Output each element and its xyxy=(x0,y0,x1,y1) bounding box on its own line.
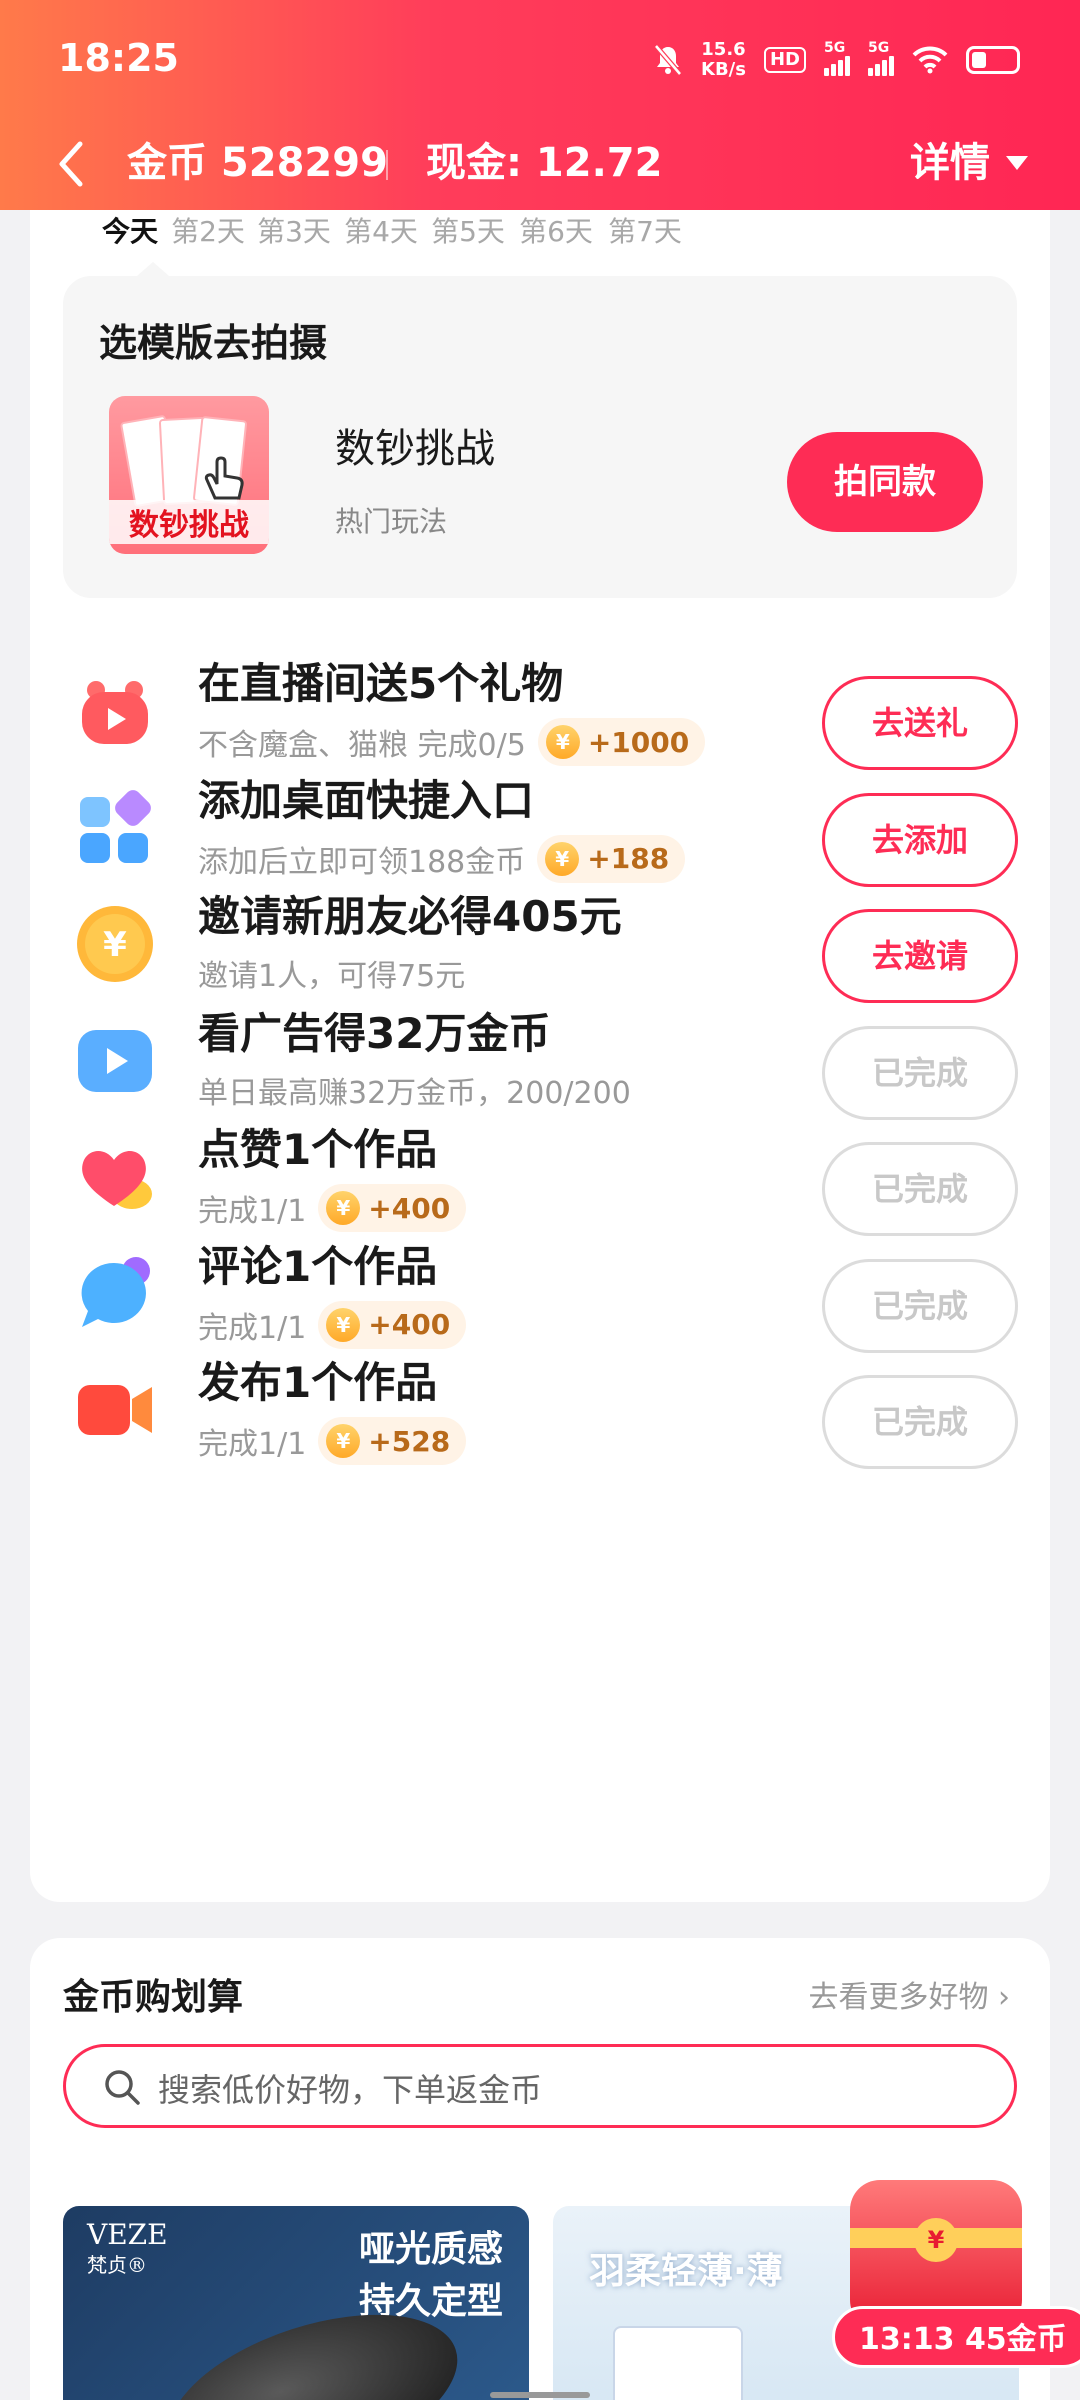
task-title: 发布1个作品 xyxy=(198,1358,438,1407)
see-more-link[interactable]: 去看更多好物 › xyxy=(808,1972,1010,2016)
product-1-brand: VEZE 梵贞® xyxy=(87,2218,168,2278)
template-panel: 选模版去拍摄 数钞挑战 数钞挑战 热门玩法 拍同款 xyxy=(63,276,1017,598)
cash-balance: 现金: 12.72 xyxy=(426,140,663,186)
coin-balance: 金币 528299 xyxy=(127,140,388,186)
floating-reward-label: 13:13 45金币 xyxy=(832,2306,1080,2368)
template-subtitle: 热门玩法 xyxy=(335,505,448,538)
detail-dropdown[interactable]: 详情 xyxy=(910,128,1028,198)
dropdown-caret-icon xyxy=(1006,156,1028,170)
template-name: 数钞挑战 xyxy=(335,426,495,472)
camera-icon xyxy=(74,1369,156,1451)
reward-amount: +528 xyxy=(368,1424,451,1458)
task-title: 点赞1个作品 xyxy=(198,1125,438,1174)
system-icons: 15.6 KB/s HD 5G 5G xyxy=(653,40,1020,80)
task-subtitle: 完成1/1 ¥ +528 xyxy=(198,1417,467,1465)
day-tabs: 今天 第2天 第3天 第4天 第5天 第6天 第7天 xyxy=(30,210,1050,270)
detail-label: 详情 xyxy=(910,140,990,186)
product-card-1[interactable]: VEZE 梵贞® 哑光质感 持久定型 xyxy=(63,2206,529,2400)
search-icon xyxy=(105,2070,140,2105)
status-bar: 18:25 15.6 KB/s HD 5G 5G xyxy=(0,0,1080,120)
battery-icon xyxy=(966,46,1020,74)
shoot-same-button[interactable]: 拍同款 xyxy=(787,432,983,532)
back-arrow-icon[interactable] xyxy=(50,134,90,194)
task-title: 评论1个作品 xyxy=(198,1241,438,1291)
hd-badge: HD xyxy=(763,47,806,73)
signal-2-icon: 5G xyxy=(868,40,894,76)
product-1-slogan: 哑光质感 持久定型 xyxy=(358,2229,503,2322)
coin-icon: ¥ xyxy=(326,1424,361,1458)
nav-bar: 金币 528299 现金: 12.72 详情 xyxy=(0,120,1080,210)
shop-search-input[interactable]: 搜索低价好物，下单返金币 xyxy=(63,2044,1017,2128)
task-card: 今天 第2天 第3天 第4天 第5天 第6天 第7天 选模版去拍摄 数钞挑战 数… xyxy=(30,180,1050,1902)
template-title: 选模版去拍摄 xyxy=(99,321,328,365)
search-placeholder: 搜索低价好物，下单返金币 xyxy=(158,2071,543,2109)
shop-title: 金币购划算 xyxy=(63,1977,244,2018)
reward-badge: ¥ +528 xyxy=(318,1417,467,1465)
home-indicator[interactable] xyxy=(490,2392,590,2398)
top-header: 18:25 15.6 KB/s HD 5G 5G 金币 528299 现金: 1… xyxy=(0,0,1080,210)
thumbnail-caption: 数钞挑战 xyxy=(109,500,269,544)
task-title: 添加桌面快捷入口 xyxy=(198,775,535,825)
product-2-image xyxy=(613,2326,743,2400)
floating-reward[interactable]: ¥ 13:13 45金币 xyxy=(832,2180,1080,2400)
status-time: 18:25 xyxy=(58,36,179,80)
template-thumbnail[interactable]: 数钞挑战 xyxy=(109,396,269,554)
product-2-slogan: 羽柔轻薄·薄 xyxy=(589,2251,783,2292)
active-day-pointer xyxy=(137,262,169,276)
signal-1-icon: 5G xyxy=(824,40,850,76)
mute-bell-icon xyxy=(654,44,682,76)
net-speed: 15.6 KB/s xyxy=(701,39,746,80)
task-title: 看广告得32万金币 xyxy=(198,1008,551,1058)
task-action-button[interactable]: 已完成 xyxy=(822,1375,1018,1469)
wifi-icon xyxy=(912,46,948,74)
task-row: 发布1个作品 完成1/1 ¥ +528 已完成 xyxy=(30,1317,1050,1495)
divider xyxy=(386,150,388,180)
task-title: 邀请新朋友必得405元 xyxy=(198,892,622,941)
svg-text:¥: ¥ xyxy=(103,925,127,965)
day-tab-7[interactable]: 第7天 xyxy=(585,210,705,250)
task-title: 在直播间送5个礼物 xyxy=(198,659,564,708)
